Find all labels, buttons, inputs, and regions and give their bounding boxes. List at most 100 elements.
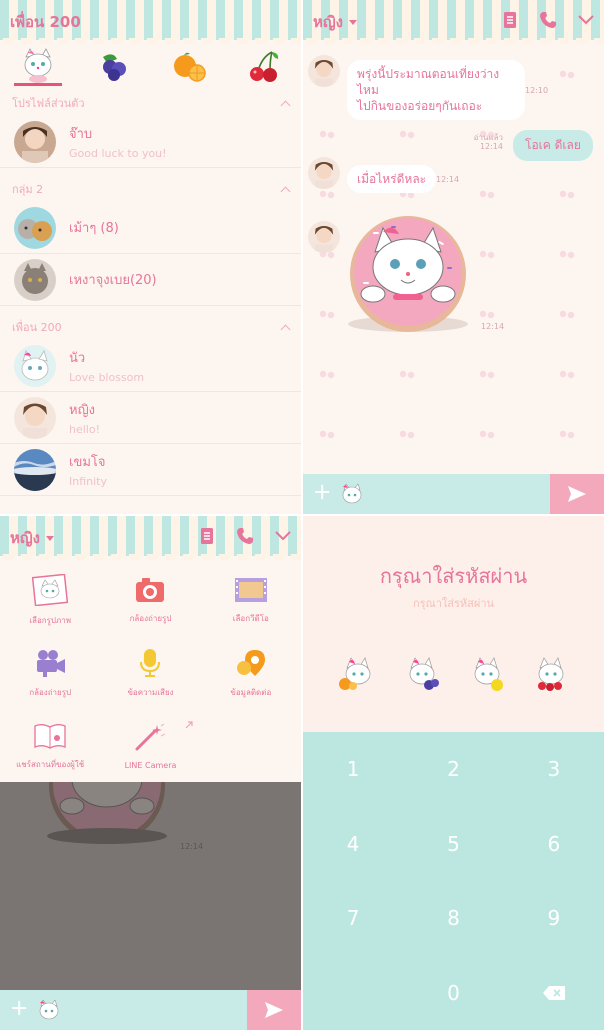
avatar [14,120,56,163]
cherry-icon [249,51,278,82]
orange-icon [173,52,206,82]
key-4[interactable]: 4 [303,807,403,882]
friend-list: โปรไฟล์ส่วนตัว จ๊าบ Good luck to you! กล… [0,90,301,496]
avatar[interactable] [308,221,340,253]
key-delete[interactable] [504,956,604,1030]
avatar[interactable] [308,157,340,189]
attach-voice-message[interactable]: ข้อความเสียง [100,637,200,710]
message-time: 12:10 [525,86,549,95]
key-2[interactable]: 2 [403,732,503,807]
tab-orange[interactable] [166,46,212,86]
donut-cat-sticker [47,782,167,844]
chevron-down-icon[interactable] [576,10,596,30]
list-item-friend[interactable]: เขมโจ Infinity [0,444,301,496]
section-groups[interactable]: กลุ่ม 2 [0,176,301,202]
passcode-title: กรุณาใส่รหัสผ่าน [379,564,528,588]
chat-messages: พรุ่งนี้ประมาณตอนเที่ยงว่างไหม ไปกินของอ… [303,44,604,474]
section-friends[interactable]: เพื่อน 200 [0,314,301,340]
friend-status: hello! [69,423,100,436]
notes-icon[interactable] [500,10,520,30]
message-bubble-sent[interactable]: โอเค ดีเลย [513,130,593,161]
video-icon [234,578,267,602]
attach-choose-video[interactable]: เลือกวีดีโอ [201,564,301,637]
key-9[interactable]: 9 [504,881,604,956]
blueberry-icon [103,54,127,81]
notes-icon[interactable] [197,526,217,546]
tab-cat[interactable] [14,46,63,86]
attach-choose-photo[interactable]: เลือกรูปภาพ [0,564,100,637]
attach-menu: เลือกรูปภาพ กล้องถ่ายรูป เลือกวีดีโอ กล้… [0,564,301,782]
key-7[interactable]: 7 [303,881,403,956]
chevron-up-icon [280,324,291,334]
passcode-subtitle: กรุณาใส่รหัสผ่าน [412,597,495,610]
list-item-friend[interactable]: นัว Love blossom [0,340,301,392]
key-6[interactable]: 6 [504,807,604,882]
camera-icon [136,578,165,602]
chat-header-title[interactable]: หญิง [313,10,357,34]
send-button[interactable] [247,990,301,1030]
chevron-down-icon[interactable] [273,526,293,546]
passcode-keypad: 1 2 3 4 5 6 7 8 9 0 [303,732,604,1030]
external-link-icon [185,721,193,729]
avatar [14,206,56,249]
section-label: เพื่อน 200 [12,321,62,334]
microphone-icon [140,649,161,677]
key-5[interactable]: 5 [403,807,503,882]
key-0[interactable]: 0 [403,956,503,1030]
delete-icon [542,985,565,1000]
avatar [14,448,56,491]
tab-cherry[interactable] [241,46,287,86]
send-icon [265,1002,283,1018]
donut-cat-sticker[interactable] [343,212,473,334]
message-input-bar: + [0,990,301,1030]
cat-cherry-icon [537,657,564,691]
chat-header-title[interactable]: หญิง [10,526,54,550]
avatar [14,344,56,387]
avatar[interactable] [308,55,340,87]
cat-orange-icon [339,657,371,690]
chevron-up-icon [280,186,291,196]
key-8[interactable]: 8 [403,881,503,956]
sticker-cat-icon[interactable] [341,484,363,504]
phone-icon[interactable] [538,10,558,30]
key-1[interactable]: 1 [303,732,403,807]
section-my-profile[interactable]: โปรไฟล์ส่วนตัว [0,90,301,116]
key-3[interactable]: 3 [504,732,604,807]
friend-name: นัว [69,351,86,366]
plus-icon[interactable]: + [10,998,28,1020]
cat-lemon-icon [474,657,503,691]
plus-icon[interactable]: + [313,482,331,504]
friends-screen: เพื่อน 200 โปรไฟล์ส่วนตัว จ๊าบ Good luck… [0,0,301,514]
sticker-cat-icon[interactable] [38,1000,60,1020]
attach-camera[interactable]: กล้องถ่ายรูป [100,564,200,637]
passcode-screen: กรุณาใส่รหัสผ่าน กรุณาใส่รหัสผ่าน 1 2 3 … [303,516,604,1030]
message-time: 12:14 [481,322,505,331]
dimmed-chat-overlay[interactable]: 12:14 [0,782,301,990]
attach-contact[interactable]: ข้อมูลติดต่อ [201,637,301,710]
attach-video-camera[interactable]: กล้องถ่ายรูป [0,637,100,710]
attach-share-location[interactable]: แชร์สถานที่ของผู้ใช้ [0,710,100,783]
key-empty [303,956,403,1030]
send-button[interactable] [550,474,604,514]
message-bubble[interactable]: พรุ่งนี้ประมาณตอนเที่ยงว่างไหม ไปกินของอ… [347,60,525,120]
friend-status: Infinity [69,475,107,488]
message-time: 12:14 [479,142,503,151]
video-camera-icon [37,650,66,677]
list-item-friend[interactable]: หญิง hello! [0,392,301,444]
tab-blueberry[interactable] [91,46,137,86]
attach-screen: หญิง เลือกรูปภาพ กล้องถ่ายรูป เลือกวีดีโ… [0,516,301,1030]
contact-pin-icon [236,650,265,676]
caret-down-icon [46,536,54,541]
list-item-profile[interactable]: จ๊าบ Good luck to you! [0,116,301,168]
list-item-group[interactable]: เม้าๆ (8) [0,202,301,254]
photo-icon [32,574,69,606]
friend-name: จ๊าบ [69,127,93,142]
friend-status: Good luck to you! [69,147,167,160]
message-bubble[interactable]: เมื่อไหร่ดีหละ [347,165,437,193]
message-time: 12:14 [180,842,204,851]
friend-name: หญิง [69,403,95,418]
chevron-up-icon [280,100,291,110]
list-item-group[interactable]: เหงาจุงเบย(20) [0,254,301,306]
phone-icon[interactable] [235,526,255,546]
group-name: เม้าๆ (8) [69,221,119,236]
